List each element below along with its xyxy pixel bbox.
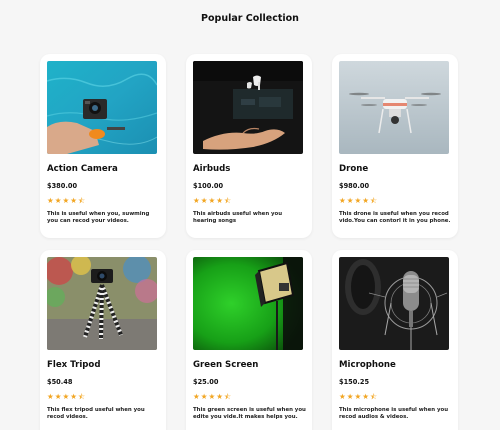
star-icon: ★ bbox=[62, 196, 70, 205]
product-price: $100.00 bbox=[193, 182, 224, 190]
product-image[interactable] bbox=[47, 257, 157, 350]
star-icon: ★ bbox=[354, 392, 362, 401]
star-icon: ★ bbox=[47, 392, 54, 401]
product-rating: ★ ★ ★ ★ ⯪ bbox=[193, 197, 305, 205]
flex-tripod-image bbox=[47, 257, 157, 350]
star-icon: ★ bbox=[346, 392, 354, 401]
star-icon: ★ bbox=[70, 196, 77, 205]
product-price: $980.00 bbox=[339, 182, 370, 190]
product-description: This drone is useful when you recod vido… bbox=[339, 211, 451, 225]
product-name[interactable]: Airbuds bbox=[193, 164, 305, 174]
section-title: Popular Collection bbox=[201, 13, 299, 24]
product-card[interactable]: Drone $980.00 ★ ★ ★ ★ ⯪ This drone is us… bbox=[332, 54, 458, 238]
star-icon: ★ bbox=[362, 196, 369, 205]
studio-microphone-image bbox=[339, 257, 449, 350]
star-icon: ★ bbox=[216, 392, 223, 401]
star-half-icon: ⯪ bbox=[369, 392, 378, 401]
star-icon: ★ bbox=[47, 196, 54, 205]
product-name[interactable]: Green Screen bbox=[193, 360, 305, 370]
product-card[interactable]: Action Camera $380.00 ★ ★ ★ ★ ⯪ This is … bbox=[40, 54, 166, 238]
product-name[interactable]: Drone bbox=[339, 164, 451, 174]
star-icon: ★ bbox=[208, 392, 216, 401]
product-image[interactable] bbox=[339, 61, 449, 154]
product-price: $25.00 bbox=[193, 378, 219, 386]
product-rating: ★ ★ ★ ★ ⯪ bbox=[47, 197, 159, 205]
product-name[interactable]: Microphone bbox=[339, 360, 451, 370]
star-half-icon: ⯪ bbox=[223, 392, 232, 401]
star-icon: ★ bbox=[193, 196, 200, 205]
star-half-icon: ⯪ bbox=[77, 196, 86, 205]
product-rating: ★ ★ ★ ★ ⯪ bbox=[193, 393, 305, 401]
star-icon: ★ bbox=[54, 196, 62, 205]
product-image[interactable] bbox=[193, 61, 303, 154]
product-name[interactable]: Action Camera bbox=[47, 164, 159, 174]
product-card[interactable]: Flex Tripod $50.48 ★ ★ ★ ★ ⯪ This flex t… bbox=[40, 250, 166, 430]
product-card[interactable]: Green Screen $25.00 ★ ★ ★ ★ ⯪ This green… bbox=[186, 250, 312, 430]
product-description: This microphone is useful when you recod… bbox=[339, 407, 449, 421]
star-icon: ★ bbox=[216, 196, 223, 205]
drone-sky-image bbox=[339, 61, 449, 154]
star-icon: ★ bbox=[200, 392, 208, 401]
product-description: This green screen is useful when you edi… bbox=[193, 407, 306, 421]
star-icon: ★ bbox=[362, 392, 369, 401]
product-rating: ★ ★ ★ ★ ⯪ bbox=[339, 197, 451, 205]
star-icon: ★ bbox=[193, 392, 200, 401]
star-half-icon: ⯪ bbox=[223, 196, 232, 205]
star-icon: ★ bbox=[339, 196, 346, 205]
product-rating: ★ ★ ★ ★ ⯪ bbox=[339, 393, 451, 401]
product-card[interactable]: Microphone $150.25 ★ ★ ★ ★ ⯪ This microp… bbox=[332, 250, 458, 430]
star-half-icon: ⯪ bbox=[369, 196, 378, 205]
product-image[interactable] bbox=[47, 61, 157, 154]
product-price: $380.00 bbox=[47, 182, 78, 190]
product-price: $50.48 bbox=[47, 378, 73, 386]
product-card[interactable]: Airbuds $100.00 ★ ★ ★ ★ ⯪ This airbuds u… bbox=[186, 54, 312, 238]
star-icon: ★ bbox=[62, 392, 70, 401]
product-image[interactable] bbox=[193, 257, 303, 350]
green-screen-studio-image bbox=[193, 257, 303, 350]
product-description: This flex tripod useful when you recod v… bbox=[47, 407, 145, 421]
star-half-icon: ⯪ bbox=[77, 392, 86, 401]
product-rating: ★ ★ ★ ★ ⯪ bbox=[47, 393, 159, 401]
action-camera-underwater-image bbox=[47, 61, 157, 154]
star-icon: ★ bbox=[339, 392, 346, 401]
star-icon: ★ bbox=[354, 196, 362, 205]
product-description: This airbuds useful when you hearing son… bbox=[193, 211, 283, 225]
product-name[interactable]: Flex Tripod bbox=[47, 360, 159, 370]
star-icon: ★ bbox=[200, 196, 208, 205]
product-image[interactable] bbox=[339, 257, 449, 350]
product-price: $150.25 bbox=[339, 378, 370, 386]
star-icon: ★ bbox=[70, 392, 77, 401]
product-description: This is useful when you, suwming you can… bbox=[47, 211, 150, 225]
star-icon: ★ bbox=[54, 392, 62, 401]
airbuds-hand-image bbox=[193, 61, 303, 154]
star-icon: ★ bbox=[208, 196, 216, 205]
star-icon: ★ bbox=[346, 196, 354, 205]
